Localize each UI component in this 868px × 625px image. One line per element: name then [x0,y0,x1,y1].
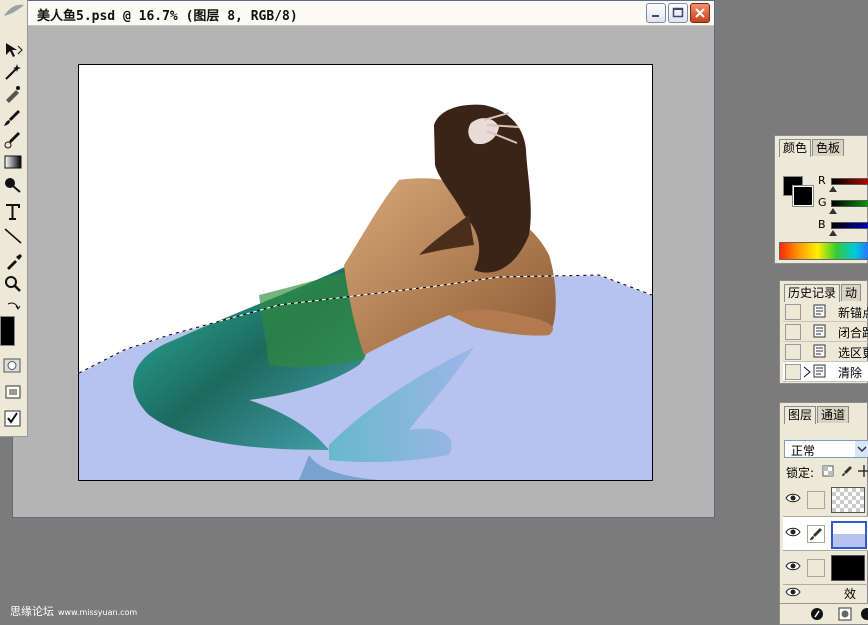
quick-mask-icon[interactable] [2,356,24,376]
eye-icon[interactable] [785,492,801,507]
burn-tool-icon[interactable] [2,174,24,194]
history-item-label: 选区更 [838,346,868,360]
history-item[interactable]: 闭合路 [783,322,868,342]
history-state-icon [813,324,827,341]
layer-link-cell[interactable] [807,491,825,509]
current-state-arrow-icon [803,366,811,381]
blend-mode-value: 正常 [791,444,816,458]
eye-icon[interactable] [785,586,801,601]
history-item[interactable]: 选区更 [783,342,868,362]
history-palette: 历史记录动 新锚点 闭合路 选区更 清除 [779,280,868,384]
minimize-icon [652,15,659,17]
layers-footer [780,603,868,624]
brush-tool-icon[interactable] [2,108,24,128]
blend-mode-select[interactable]: 正常 [784,440,868,458]
site-watermark: 思缘论坛 www.missyuan.com [10,603,137,619]
layer-thumbnail [831,487,865,513]
healing-brush-icon[interactable] [2,84,24,104]
tab-history[interactable]: 历史记录 [784,284,841,302]
tab-color[interactable]: 颜色 [779,139,812,157]
toolbox [0,0,28,437]
type-tool-icon[interactable] [2,202,24,222]
tab-actions[interactable]: 动 [841,284,862,301]
layer-link-cell[interactable] [807,559,825,577]
lock-pixels-icon[interactable] [841,465,853,480]
history-item-label: 闭合路 [838,326,868,340]
history-item-label: 清除 [838,366,863,380]
gradient-tool-icon[interactable] [2,152,24,172]
move-tool-icon[interactable] [2,40,24,60]
color-ramp[interactable] [779,242,868,260]
tab-layers[interactable]: 图层 [784,406,817,424]
eye-icon[interactable] [785,560,801,575]
chevron-down-icon[interactable] [855,441,868,457]
tab-channels[interactable]: 通道 [817,406,850,423]
magic-wand-icon[interactable] [2,62,24,82]
history-item[interactable]: 清除 [783,362,868,382]
maximize-button[interactable] [668,3,688,23]
layer-row[interactable] [783,483,868,517]
channel-r-label: R [818,174,826,187]
jump-to-imageready-icon[interactable] [2,408,24,428]
history-source-checkbox[interactable] [785,324,801,340]
history-item[interactable]: 新锚点 [783,302,868,322]
history-brush-icon[interactable] [2,130,24,150]
eye-icon[interactable] [785,526,801,541]
channel-g-label: G [818,196,827,209]
new-fill-layer-icon[interactable] [860,607,868,624]
history-palette-tabs: 历史记录动 [784,284,862,302]
tab-swatches[interactable]: 色板 [812,139,845,156]
foreground-color-swatch[interactable] [0,316,15,346]
canvas-area[interactable] [14,26,713,516]
brush-icon[interactable] [807,525,825,543]
document-titlebar[interactable]: 美人鱼5.psd @ 16.7% (图层 8, RGB/8) [13,1,714,26]
palette-background-swatch[interactable] [792,185,814,207]
line-tool-icon[interactable] [2,226,24,246]
layer-row[interactable] [783,517,868,551]
channel-g-knob[interactable] [829,208,837,214]
zoom-tool-icon[interactable] [2,274,24,294]
history-source-checkbox[interactable] [785,364,801,380]
history-source-checkbox[interactable] [785,304,801,320]
layer-style-icon[interactable] [810,607,824,624]
history-source-checkbox[interactable] [785,344,801,360]
mermaid-artwork [79,65,652,480]
eyedropper-icon[interactable] [2,252,24,272]
channel-b-knob[interactable] [829,230,837,236]
screen-mode-icon[interactable] [2,382,24,402]
minimize-button[interactable] [646,3,666,23]
image-canvas[interactable] [78,64,653,481]
channel-r-slider[interactable] [831,178,868,185]
channel-b-slider[interactable] [831,222,868,229]
history-state-icon [813,304,827,321]
document-title: 美人鱼5.psd @ 16.7% (图层 8, RGB/8) [37,9,298,24]
watermark-site-name: 思缘论坛 [10,605,54,618]
close-icon [695,8,705,18]
channel-r-knob[interactable] [829,186,837,192]
history-state-icon [813,364,827,381]
maximize-icon [672,7,684,18]
color-palette: 颜色 色板 R G B [774,135,868,264]
layers-palette-tabs: 图层 通道 [784,406,850,424]
history-state-icon [813,344,827,361]
lock-transparency-icon[interactable] [822,465,834,480]
history-item-label: 新锚点 [838,306,868,320]
channel-g-slider[interactable] [831,200,868,207]
layer-thumbnail [831,555,865,581]
channel-b-label: B [818,218,826,231]
layer-row[interactable] [783,579,868,605]
feather-logo-icon [2,2,24,22]
layer-thumbnail [831,521,867,549]
document-window: 美人鱼5.psd @ 16.7% (图层 8, RGB/8) [12,0,715,518]
layer-mask-icon[interactable] [838,607,852,624]
layers-palette: 图层通道 正常 锁定: 效果 [779,402,868,625]
lock-label: 锁定: [786,466,815,480]
watermark-url: www.missyuan.com [58,608,138,617]
lock-position-icon[interactable] [858,465,868,480]
close-button[interactable] [690,3,710,23]
color-palette-tabs: 颜色 色板 [779,139,845,157]
